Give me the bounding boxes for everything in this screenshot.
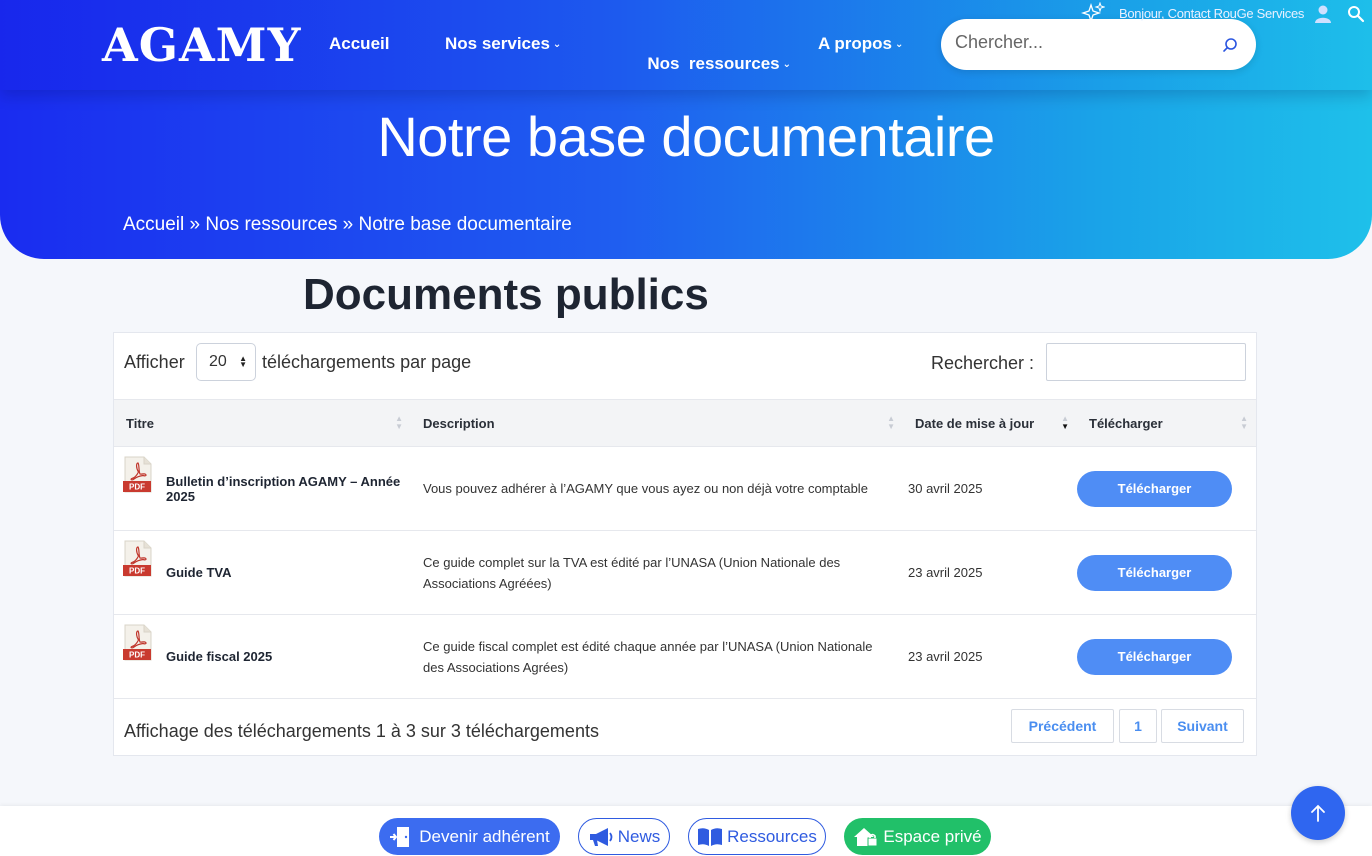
nav-label: A propos: [818, 34, 892, 53]
nav-a-propos[interactable]: A propos ⌄: [818, 34, 903, 54]
document-date: 23 avril 2025: [908, 565, 983, 580]
chevron-down-icon: ⌄: [552, 39, 562, 50]
breadcrumb-current: Notre base documentaire: [358, 214, 572, 235]
news-button[interactable]: News: [578, 818, 670, 855]
pagination-page-button[interactable]: 1: [1119, 709, 1157, 743]
scroll-to-top-button[interactable]: [1291, 786, 1345, 840]
documents-table: Titre ▲ ▼ Description ▲ ▼ Date de mise à j…: [114, 399, 1256, 699]
breadcrumb-separator: »: [184, 214, 206, 235]
document-date: 30 avril 2025: [908, 481, 983, 496]
per-page-select[interactable]: 20 ▲ ▼: [196, 343, 256, 381]
become-member-button[interactable]: Devenir adhérent: [379, 818, 560, 855]
resources-button[interactable]: Ressources: [688, 818, 826, 855]
column-header-description[interactable]: Description ▲ ▼: [411, 400, 903, 447]
filter-label: Rechercher :: [931, 353, 1035, 373]
pdf-badge-text: PDF: [129, 483, 145, 492]
per-page-value: 20: [209, 353, 227, 370]
pdf-badge-text: PDF: [129, 651, 145, 660]
download-button[interactable]: Télécharger: [1077, 470, 1232, 507]
document-description: Ce guide complet sur la TVA est édité pa…: [423, 554, 841, 591]
search-input[interactable]: [955, 32, 1205, 53]
breadcrumb-separator: »: [337, 214, 359, 235]
column-header-label: Date de mise à jour: [915, 415, 1035, 431]
column-header-label: Titre: [126, 415, 154, 431]
search-icon[interactable]: [1347, 5, 1365, 23]
pdf-icon: PDF: [123, 540, 152, 577]
header-search: [941, 19, 1256, 70]
private-space-button[interactable]: Espace privé: [844, 818, 991, 855]
download-button[interactable]: Télécharger: [1077, 638, 1232, 675]
sparkle-icon[interactable]: [1081, 2, 1105, 24]
table-info-text: Affichage des téléchargements 1 à 3 sur …: [124, 721, 599, 741]
site-logo[interactable]: AGAMY: [102, 18, 301, 72]
bottom-action-bar: Devenir adhérent News Ressources Espace …: [0, 806, 1372, 856]
document-title-cell: PDF Bulletin d’inscription AGAMY – Année…: [114, 447, 411, 531]
document-title: Bulletin d’inscription AGAMY – Année 202…: [166, 473, 401, 504]
table-row: PDF Guide TVA Ce guide complet sur la TV…: [114, 531, 1256, 615]
page-title: Notre base documentaire: [377, 105, 995, 168]
document-description: Vous pouvez adhérer à l’AGAMY que vous a…: [423, 481, 868, 496]
open-book-icon: [698, 827, 723, 846]
section-title: Documents publics: [303, 270, 709, 319]
door-enter-icon: [390, 826, 410, 847]
column-header-label: Description: [423, 415, 495, 431]
chevron-down-icon: ⌄: [782, 59, 792, 70]
user-icon[interactable]: [1314, 4, 1332, 24]
download-cell: Télécharger: [1077, 531, 1256, 615]
select-arrows-icon: ▲ ▼: [239, 354, 247, 369]
document-title: Guide TVA: [166, 565, 232, 580]
download-button[interactable]: Télécharger: [1077, 554, 1232, 591]
news-label: News: [617, 826, 661, 846]
search-button[interactable]: [1212, 27, 1248, 63]
nav-label: Accueil: [329, 34, 390, 53]
download-cell: Télécharger: [1077, 615, 1256, 699]
download-cell: Télécharger: [1077, 447, 1256, 531]
pagination-next-button[interactable]: Suivant: [1161, 709, 1244, 743]
column-header-download[interactable]: Télécharger ▲ ▼: [1077, 400, 1256, 447]
column-header-title[interactable]: Titre ▲ ▼: [114, 400, 411, 447]
hero-banner: AGAMY Accueil Nos services ⌄ Nos ressourc…: [0, 0, 1372, 259]
sort-icon: ▲ ▼: [1061, 414, 1069, 431]
arrow-up-icon: [1311, 804, 1325, 822]
table-row: PDF Guide fiscal 2025 Ce guide fiscal co…: [114, 615, 1256, 699]
table-search-input[interactable]: [1046, 343, 1246, 381]
table-row: PDF Bulletin d’inscription AGAMY – Année…: [114, 447, 1256, 531]
become-member-label: Devenir adhérent: [419, 826, 550, 846]
per-page-label: téléchargements par page: [262, 352, 472, 372]
pagination-previous-button[interactable]: Précédent: [1011, 709, 1114, 743]
document-description: Ce guide fiscal complet est édité chaque…: [423, 638, 873, 675]
breadcrumb-section-link[interactable]: Nos ressources: [205, 214, 337, 235]
nav-label: Nos ressources: [647, 54, 780, 73]
pdf-icon: PDF: [123, 624, 152, 661]
document-date: 23 avril 2025: [908, 649, 983, 664]
nav-nos-ressources[interactable]: Nos ressources ⌄: [619, 34, 791, 94]
private-space-label: Espace privé: [883, 826, 982, 846]
show-label: Afficher: [124, 352, 185, 372]
megaphone-icon: [589, 827, 613, 846]
documents-table-panel: Afficher 20 ▲ ▼ téléchargements par page …: [113, 332, 1257, 756]
nav-accueil[interactable]: Accueil: [329, 34, 389, 54]
pdf-icon: PDF: [123, 456, 152, 493]
search-icon: [1223, 38, 1237, 52]
document-title-cell: PDF Guide TVA: [114, 531, 411, 615]
house-lock-icon: [854, 827, 878, 846]
document-title-cell: PDF Guide fiscal 2025: [114, 615, 411, 699]
breadcrumb: Accueil » Nos ressources » Notre base do…: [123, 214, 572, 236]
user-greeting[interactable]: Bonjour, Contact RouGe Services: [1119, 6, 1304, 21]
chevron-down-icon: ⌄: [894, 39, 904, 50]
nav-label: Nos services: [445, 34, 550, 53]
pdf-badge-text: PDF: [129, 567, 145, 576]
sort-icon: ▲ ▼: [395, 414, 403, 431]
resources-label: Ressources: [727, 826, 817, 846]
table-header-row: Titre ▲ ▼ Description ▲ ▼ Date de mise à j…: [114, 399, 1256, 447]
column-header-date[interactable]: Date de mise à jour ▲ ▼: [903, 400, 1077, 447]
document-title: Guide fiscal 2025: [166, 649, 273, 664]
column-header-label: Télécharger: [1089, 415, 1163, 431]
breadcrumb-home-link[interactable]: Accueil: [123, 214, 184, 235]
sort-icon: ▲ ▼: [887, 414, 895, 431]
sort-icon: ▲ ▼: [1240, 414, 1248, 431]
nav-nos-services[interactable]: Nos services ⌄: [445, 34, 561, 54]
